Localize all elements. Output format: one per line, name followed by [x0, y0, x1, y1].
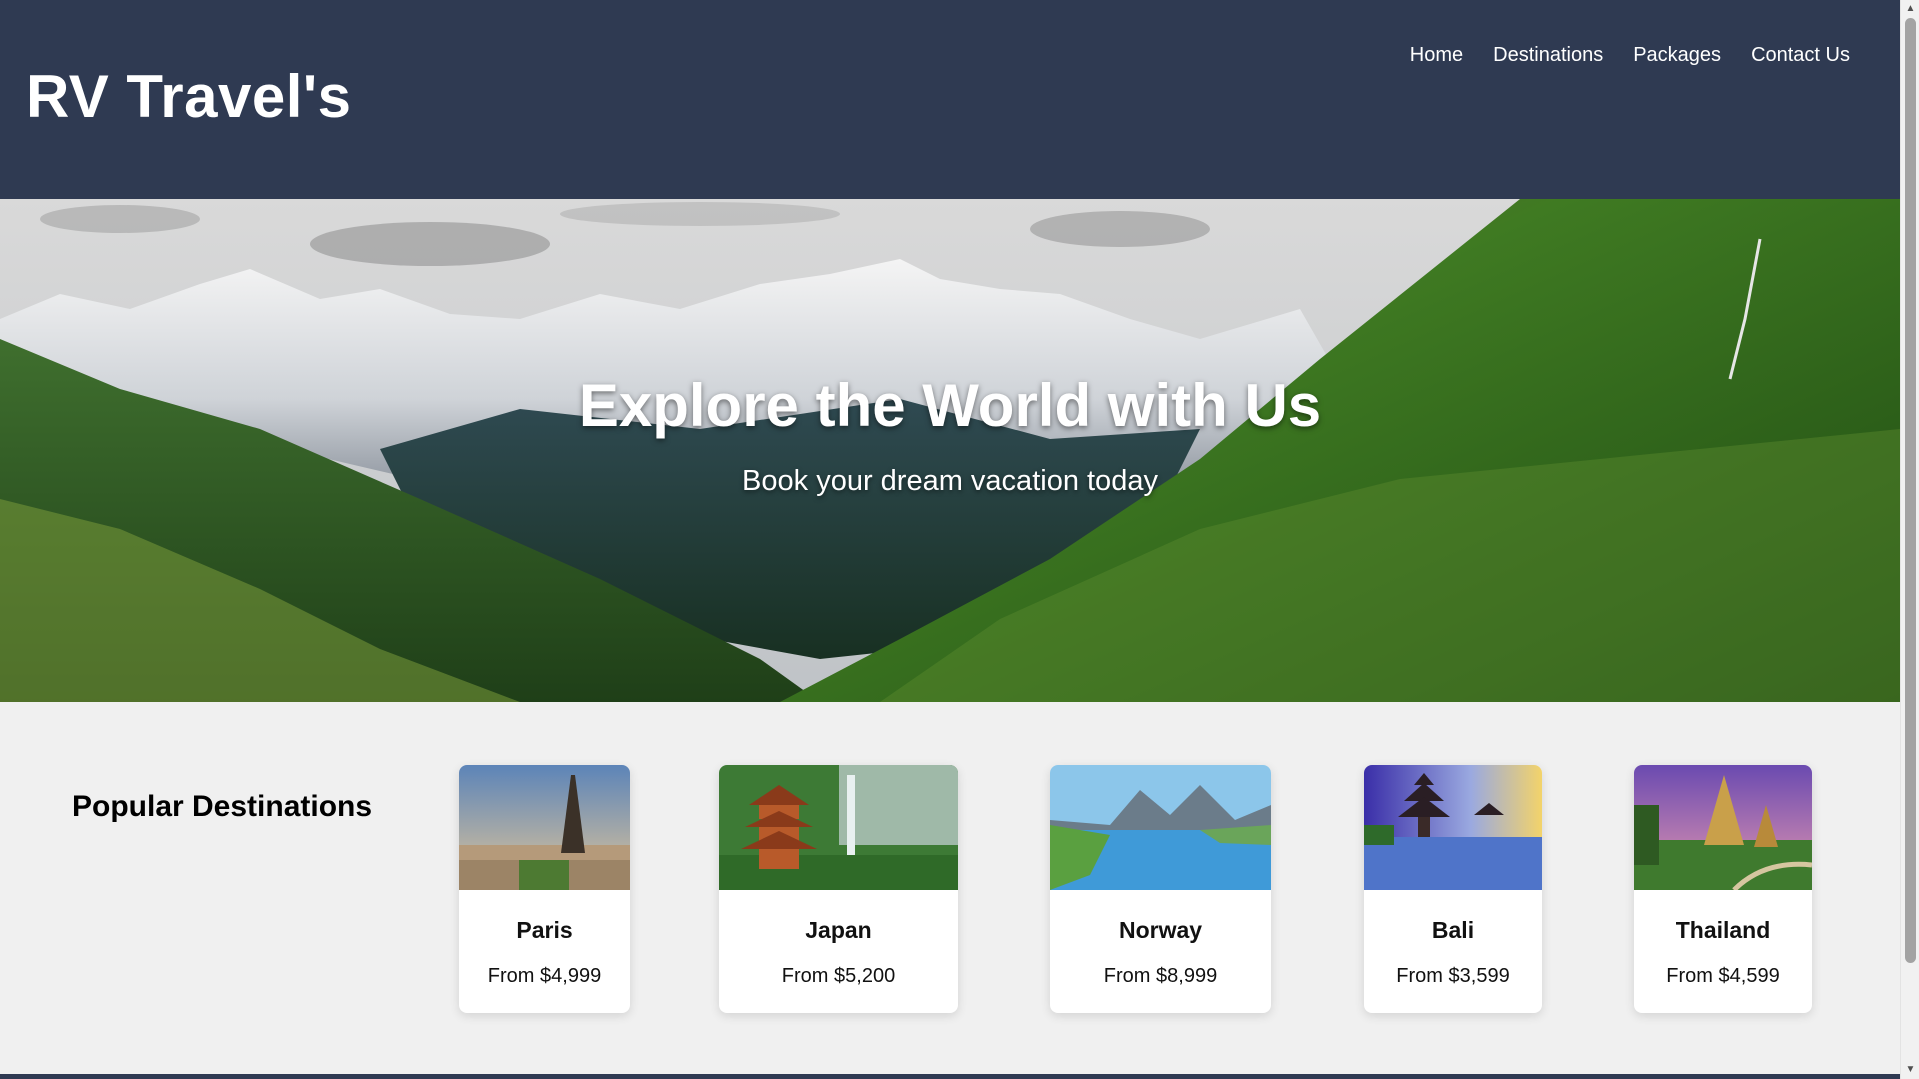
- footer-edge: [0, 1074, 1900, 1079]
- destination-name: Thailand: [1675, 917, 1771, 943]
- paris-image: [459, 765, 630, 890]
- scroll-up-arrow-icon[interactable]: ▲: [1905, 3, 1916, 15]
- site-header: RV Travel's Home Destinations Packages C…: [0, 0, 1900, 199]
- popular-destinations-section: Popular Destinations Paris From $4,999 J…: [0, 702, 1900, 1074]
- destination-name: Paris: [516, 917, 573, 943]
- vertical-scrollbar[interactable]: ▲ ▼: [1900, 0, 1919, 1079]
- hero-banner: Explore the World with Us Book your drea…: [0, 199, 1900, 702]
- main-nav: Home Destinations Packages Contact Us: [1410, 44, 1850, 67]
- section-heading: Popular Destinations: [72, 790, 373, 823]
- site-logo[interactable]: RV Travel's: [26, 62, 352, 131]
- bali-image: [1364, 765, 1542, 890]
- nav-link-home[interactable]: Home: [1410, 44, 1463, 67]
- destination-card-norway[interactable]: Norway From $8,999: [1050, 765, 1271, 1013]
- hero-title: Explore the World with Us: [578, 372, 1322, 439]
- japan-image: [719, 765, 958, 890]
- scroll-down-arrow-icon[interactable]: ▼: [1905, 1064, 1916, 1076]
- destination-card-thailand[interactable]: Thailand From $4,599: [1634, 765, 1812, 1013]
- destination-card-paris[interactable]: Paris From $4,999: [459, 765, 630, 1013]
- nav-link-contact-us[interactable]: Contact Us: [1751, 44, 1850, 67]
- destination-card-bali[interactable]: Bali From $3,599: [1364, 765, 1542, 1013]
- hero-mountain-image: [0, 199, 1900, 702]
- hero-subtitle: Book your dream vacation today: [742, 465, 1158, 497]
- nav-link-packages[interactable]: Packages: [1633, 44, 1721, 67]
- destination-price: From $3,599: [1396, 965, 1510, 987]
- page: RV Travel's Home Destinations Packages C…: [0, 0, 1919, 1079]
- scrollbar-thumb[interactable]: [1905, 18, 1916, 963]
- destination-price: From $4,599: [1666, 965, 1780, 987]
- destination-price: From $8,999: [1103, 965, 1218, 987]
- destination-price: From $5,200: [781, 965, 896, 987]
- destination-name: Bali: [1431, 917, 1475, 943]
- destination-name: Norway: [1118, 917, 1203, 943]
- nav-link-destinations[interactable]: Destinations: [1493, 44, 1603, 67]
- destination-price: From $4,999: [487, 965, 602, 987]
- destination-card-japan[interactable]: Japan From $5,200: [719, 765, 958, 1013]
- norway-image: [1050, 765, 1271, 890]
- destination-name: Japan: [805, 917, 872, 943]
- thailand-image: [1634, 765, 1812, 890]
